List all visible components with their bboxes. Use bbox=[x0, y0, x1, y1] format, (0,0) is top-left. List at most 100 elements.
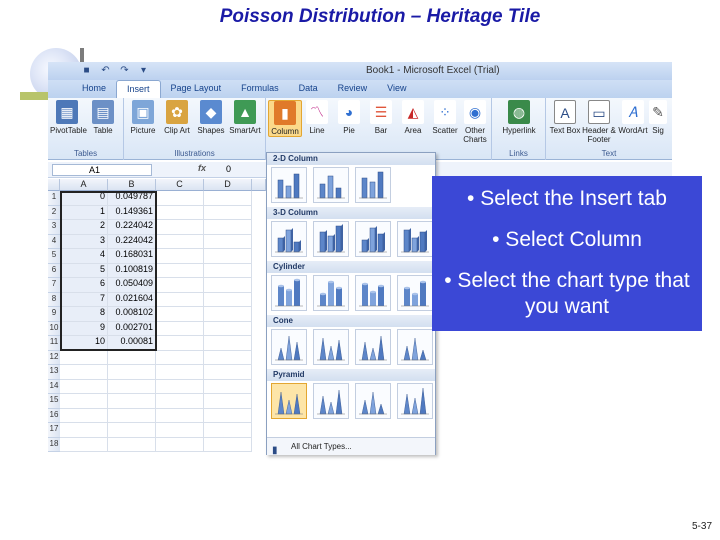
table-cell[interactable]: 3 bbox=[60, 234, 108, 249]
table-cell[interactable] bbox=[156, 263, 204, 278]
table-cell[interactable] bbox=[204, 234, 252, 249]
table-cell[interactable] bbox=[60, 423, 108, 438]
row-header[interactable]: 7 bbox=[48, 278, 60, 293]
table-cell[interactable] bbox=[156, 205, 204, 220]
row-header[interactable]: 8 bbox=[48, 292, 60, 307]
row-header[interactable]: 10 bbox=[48, 321, 60, 336]
row-header[interactable]: 13 bbox=[48, 365, 60, 380]
formula-input[interactable]: 0 bbox=[226, 164, 231, 174]
table-cell[interactable] bbox=[156, 307, 204, 322]
chart-type-thumbnail[interactable] bbox=[355, 329, 391, 365]
header-footer-button[interactable]: ▭ Header & Footer bbox=[582, 100, 616, 144]
row-header[interactable]: 1 bbox=[48, 191, 60, 206]
text-box-button[interactable]: A Text Box bbox=[548, 100, 582, 135]
table-cell[interactable] bbox=[108, 423, 156, 438]
undo-icon[interactable]: ↶ bbox=[99, 64, 112, 77]
table-cell[interactable]: 0.224042 bbox=[108, 220, 156, 235]
table-cell[interactable] bbox=[60, 408, 108, 423]
tab-view[interactable]: View bbox=[377, 80, 416, 98]
table-cell[interactable]: 0.100819 bbox=[108, 263, 156, 278]
chart-type-thumbnail[interactable] bbox=[313, 383, 349, 419]
table-cell[interactable] bbox=[108, 379, 156, 394]
chart-type-thumbnail[interactable] bbox=[397, 383, 433, 419]
tab-insert[interactable]: Insert bbox=[116, 80, 161, 98]
table-cell[interactable] bbox=[156, 321, 204, 336]
chart-type-thumbnail[interactable] bbox=[313, 221, 349, 257]
row-header[interactable]: 6 bbox=[48, 263, 60, 278]
table-cell[interactable]: 0 bbox=[60, 191, 108, 206]
hyperlink-button[interactable]: ◍ Hyperlink bbox=[496, 100, 542, 135]
column-header-extra[interactable] bbox=[252, 179, 266, 191]
row-header[interactable]: 11 bbox=[48, 336, 60, 351]
table-cell[interactable] bbox=[108, 350, 156, 365]
tab-data[interactable]: Data bbox=[289, 80, 328, 98]
chart-type-thumbnail[interactable] bbox=[355, 167, 391, 203]
table-cell[interactable]: 0.149361 bbox=[108, 205, 156, 220]
table-cell[interactable] bbox=[156, 278, 204, 293]
table-cell[interactable]: 9 bbox=[60, 321, 108, 336]
table-cell[interactable]: 0.224042 bbox=[108, 234, 156, 249]
table-cell[interactable] bbox=[156, 350, 204, 365]
table-cell[interactable] bbox=[204, 379, 252, 394]
table-cell[interactable]: 7 bbox=[60, 292, 108, 307]
table-cell[interactable] bbox=[60, 379, 108, 394]
chart-type-thumbnail[interactable] bbox=[271, 383, 307, 419]
column-header-d[interactable]: D bbox=[204, 179, 252, 191]
chart-type-thumbnail[interactable] bbox=[397, 329, 433, 365]
table-cell[interactable] bbox=[156, 365, 204, 380]
table-cell[interactable]: 4 bbox=[60, 249, 108, 264]
other-charts-button[interactable]: ◉ Other Charts bbox=[458, 100, 492, 144]
table-cell[interactable] bbox=[60, 394, 108, 409]
row-header[interactable]: 3 bbox=[48, 220, 60, 235]
chart-type-thumbnail[interactable] bbox=[313, 275, 349, 311]
table-cell[interactable] bbox=[204, 408, 252, 423]
table-cell[interactable] bbox=[204, 278, 252, 293]
table-cell[interactable] bbox=[156, 394, 204, 409]
chart-type-thumbnail[interactable] bbox=[313, 167, 349, 203]
chart-type-thumbnail[interactable] bbox=[271, 221, 307, 257]
table-cell[interactable] bbox=[156, 191, 204, 206]
line-chart-button[interactable]: 〽 Line bbox=[300, 100, 334, 135]
save-icon[interactable]: ■ bbox=[80, 64, 93, 77]
column-header-b[interactable]: B bbox=[108, 179, 156, 191]
chart-type-thumbnail[interactable] bbox=[355, 221, 391, 257]
pivottable-button[interactable]: ▦ PivotTable bbox=[50, 100, 87, 135]
table-cell[interactable]: 6 bbox=[60, 278, 108, 293]
row-header[interactable]: 5 bbox=[48, 249, 60, 264]
chart-type-thumbnail[interactable] bbox=[397, 275, 433, 311]
table-cell[interactable]: 0.021604 bbox=[108, 292, 156, 307]
table-cell[interactable] bbox=[204, 307, 252, 322]
picture-button[interactable]: ▣ Picture bbox=[126, 100, 160, 135]
table-cell[interactable] bbox=[204, 350, 252, 365]
row-header[interactable]: 14 bbox=[48, 379, 60, 394]
scatter-chart-button[interactable]: ⁘ Scatter bbox=[428, 100, 462, 135]
area-chart-button[interactable]: ◭ Area bbox=[396, 100, 430, 135]
table-cell[interactable] bbox=[204, 365, 252, 380]
chart-type-thumbnail[interactable] bbox=[271, 275, 307, 311]
pie-chart-button[interactable]: ◕ Pie bbox=[332, 100, 366, 135]
table-cell[interactable] bbox=[108, 437, 156, 452]
table-cell[interactable] bbox=[204, 423, 252, 438]
table-cell[interactable] bbox=[204, 437, 252, 452]
table-cell[interactable] bbox=[204, 263, 252, 278]
table-cell[interactable] bbox=[156, 336, 204, 351]
table-cell[interactable] bbox=[204, 292, 252, 307]
row-header[interactable]: 18 bbox=[48, 437, 60, 452]
select-all-corner[interactable] bbox=[48, 179, 60, 191]
smartart-button[interactable]: ▲ SmartArt bbox=[228, 100, 262, 135]
table-cell[interactable] bbox=[108, 394, 156, 409]
table-cell[interactable] bbox=[204, 205, 252, 220]
all-chart-types-link[interactable]: ▮ All Chart Types... bbox=[267, 437, 435, 456]
chevron-down-icon[interactable]: ▾ bbox=[137, 64, 150, 77]
table-cell[interactable]: 8 bbox=[60, 307, 108, 322]
bar-chart-button[interactable]: ☰ Bar bbox=[364, 100, 398, 135]
table-cell[interactable] bbox=[156, 437, 204, 452]
redo-icon[interactable]: ↷ bbox=[118, 64, 131, 77]
table-cell[interactable]: 0.00081 bbox=[108, 336, 156, 351]
row-header[interactable]: 4 bbox=[48, 234, 60, 249]
table-cell[interactable]: 2 bbox=[60, 220, 108, 235]
row-header[interactable]: 16 bbox=[48, 408, 60, 423]
chart-type-thumbnail[interactable] bbox=[271, 167, 307, 203]
table-cell[interactable] bbox=[204, 394, 252, 409]
table-cell[interactable] bbox=[156, 408, 204, 423]
